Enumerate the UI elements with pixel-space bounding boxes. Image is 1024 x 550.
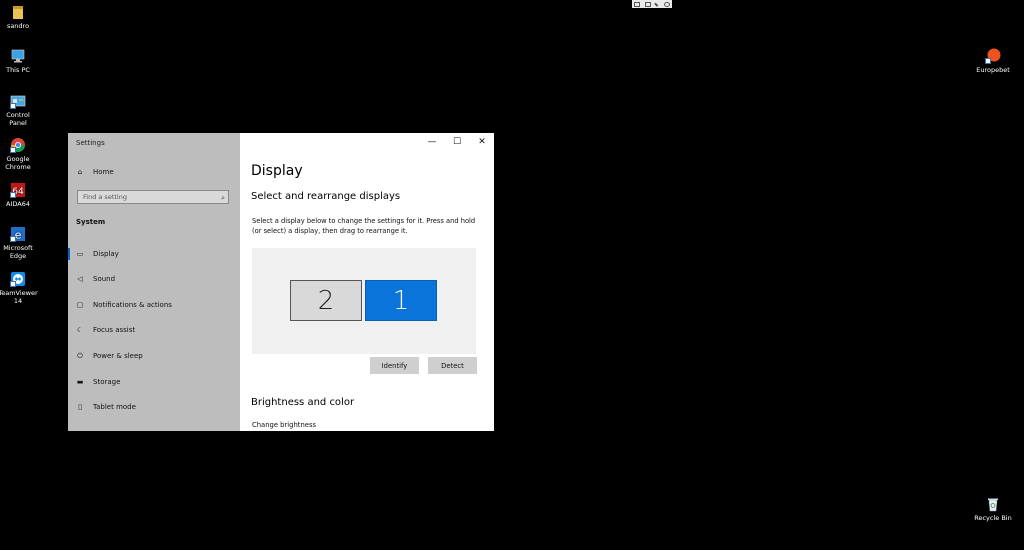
detect-button[interactable]: Detect [428,357,477,374]
recycle-bin-icon [985,496,1001,512]
desktop-icon-label: AIDA64 [6,200,30,208]
desktop-icon-sandro[interactable]: sandro [0,4,38,30]
nav-item-label: Display [93,250,119,258]
nav-item-label: Notifications & actions [93,301,172,309]
nav-home[interactable]: ⌂ Home [76,166,114,178]
storage-icon: ▬ [76,378,84,386]
toolbar-grid-icon[interactable] [634,1,641,7]
tablet-icon: ▯ [78,403,82,411]
search-input[interactable]: Find a setting ⌕ [77,190,229,204]
section-heading: Select and rearrange displays [251,191,401,202]
nav-item-notifications[interactable]: ▢ Notifications & actions [76,299,172,311]
nav-item-label: Storage [93,378,121,386]
desktop-icon-label: TeamViewer 14 [0,289,38,305]
monitor-2[interactable]: 2 [290,280,362,321]
nav-item-label: Focus assist [93,326,136,334]
maximize-button[interactable]: ☐ [445,133,469,151]
nav-home-label: Home [93,168,114,176]
nav-item-power-sleep[interactable]: ⏻ Power & sleep [76,350,143,362]
chrome-icon [10,137,26,153]
remote-toolbar[interactable] [632,0,672,8]
nav-item-focus-assist[interactable]: ☾ Focus assist [76,324,135,336]
desktop-icon-label: sandro [6,22,30,30]
this-pc-icon [10,48,26,64]
desktop-icon-chrome[interactable]: Google Chrome [0,137,38,171]
settings-window[interactable]: Settings ⌂ Home Find a setting ⌕ System … [68,133,494,431]
user-folder-icon [10,4,26,20]
desktop-icon-aida64[interactable]: 64 AIDA64 [0,182,38,208]
page-title: Display [251,163,303,179]
settings-content: — ☐ ✕ Display Select and rearrange displ… [240,133,494,431]
desktop-icon-edge[interactable]: e Microsoft Edge [0,226,38,260]
monitor-icon: ▭ [76,250,84,258]
desktop-icon-teamviewer[interactable]: TeamViewer 14 [0,271,38,305]
nav-item-label: Power & sleep [93,352,143,360]
edge-icon: e [10,226,26,242]
selected-indicator [68,248,70,260]
desktop-icon-control-panel[interactable]: Control Panel [0,93,38,127]
nav-item-display[interactable]: ▭ Display [76,248,119,260]
nav-item-sound[interactable]: ◁ Sound [76,273,115,285]
section-label: System [76,218,106,226]
teamviewer-icon [10,271,26,287]
monitor-1[interactable]: 1 [365,280,437,321]
change-brightness-label: Change brightness [252,421,317,429]
power-icon: ⏻ [77,352,83,360]
aida64-icon: 64 [10,182,26,198]
display-arrangement-area[interactable]: 2 1 [252,248,476,354]
nav-item-storage[interactable]: ▬ Storage [76,376,121,388]
desktop-icon-label: Recycle Bin [974,514,1012,522]
desktop-icon-label: Google Chrome [5,155,31,171]
europebet-icon [985,48,1001,64]
toolbar-window-icon[interactable] [644,1,651,7]
desktop-icon-this-pc[interactable]: This PC [0,48,38,74]
chevron-down-icon[interactable] [654,1,661,7]
identify-button[interactable]: Identify [370,357,419,374]
control-panel-icon [10,93,26,109]
desktop-icon-label: Microsoft Edge [3,244,33,260]
search-placeholder: Find a setting [83,193,127,201]
desktop-icon-label: This PC [6,66,30,74]
desktop-icon-recycle-bin[interactable]: Recycle Bin [973,496,1013,522]
toolbar-settings-icon[interactable] [663,1,670,7]
notifications-icon: ▢ [76,301,84,309]
desktop-icon-label: Europebet [976,66,1010,74]
window-title: Settings [76,139,105,147]
description: Select a display below to change the set… [252,217,476,235]
desktop-icon-label: Control Panel [6,111,30,127]
nav-item-label: Tablet mode [93,403,136,411]
desktop-icon-europebet[interactable]: Europebet [973,48,1013,74]
speaker-icon: ◁ [77,275,83,283]
minimize-button[interactable]: — [420,133,444,151]
nav-item-tablet-mode[interactable]: ▯ Tablet mode [76,401,136,413]
search-icon: ⌕ [221,194,225,202]
nav-item-label: Sound [93,275,116,283]
close-button[interactable]: ✕ [470,133,494,151]
home-icon: ⌂ [77,168,83,176]
brightness-heading: Brightness and color [251,397,355,408]
moon-icon: ☾ [76,326,84,334]
settings-sidebar: Settings ⌂ Home Find a setting ⌕ System … [68,133,240,431]
